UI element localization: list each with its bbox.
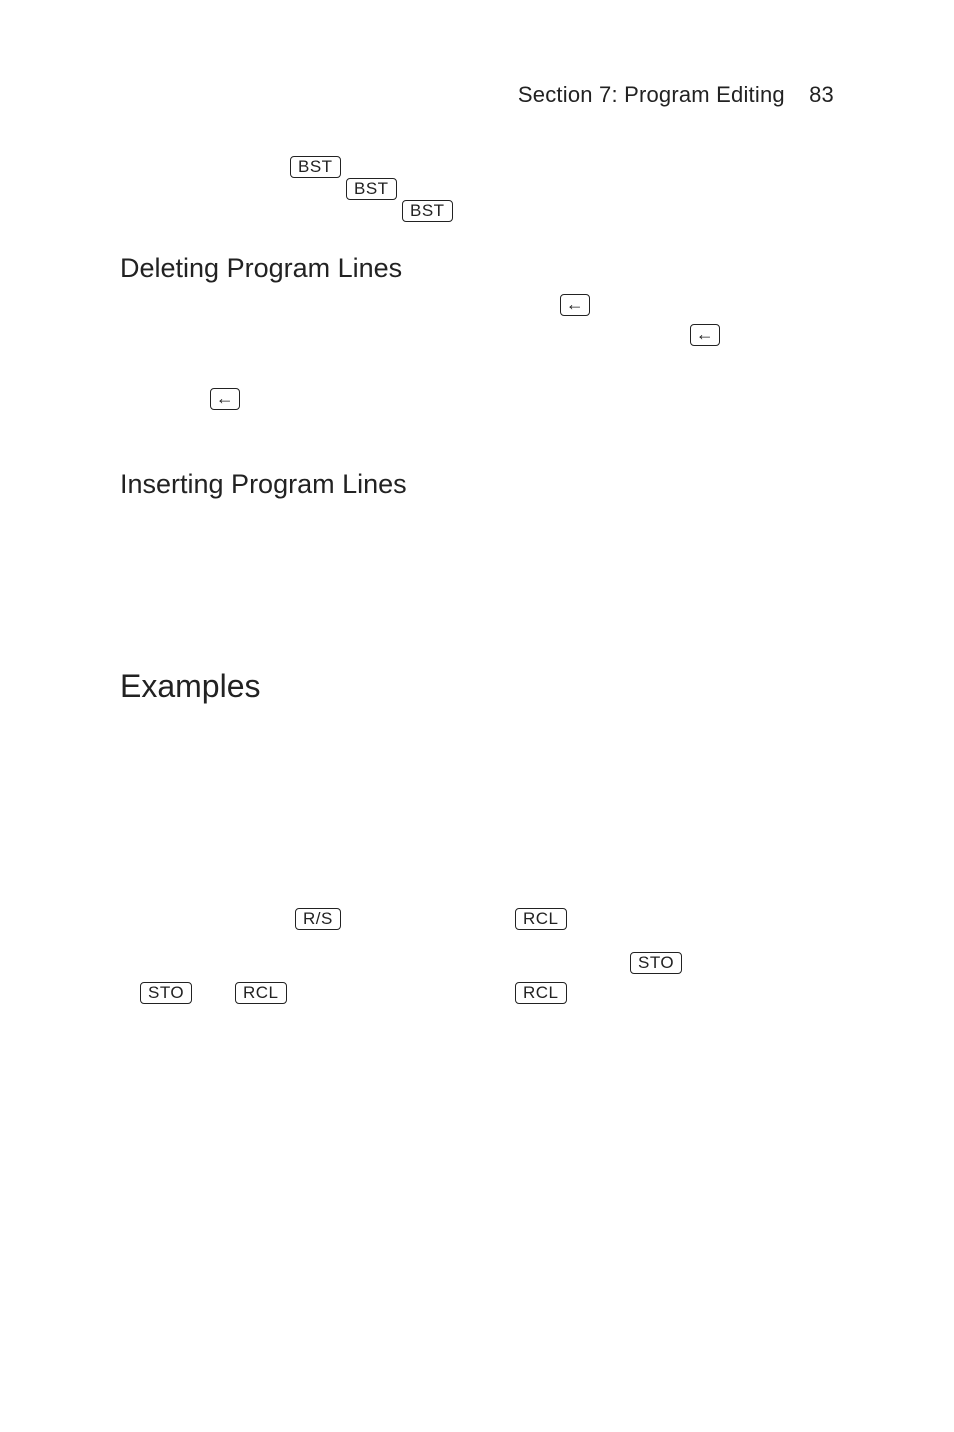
spacer	[120, 718, 834, 908]
bst-row-1: BST	[290, 156, 834, 178]
spacer	[120, 511, 834, 631]
back-arrow-key-icon: ←	[210, 388, 240, 410]
bst-row-3: BST	[402, 200, 834, 222]
example-key-line-3: STO RCL RCL	[120, 982, 834, 1012]
page: Section 7: Program Editing 83 BST BST BS…	[0, 0, 954, 1432]
back-key-line-3: ←	[120, 388, 834, 418]
back-arrow-key-icon: ←	[690, 324, 720, 346]
bst-key-icon: BST	[290, 156, 341, 178]
heading-deleting: Deleting Program Lines	[120, 250, 834, 286]
back-arrow-key-icon: ←	[560, 294, 590, 316]
rcl-key-icon: RCL	[235, 982, 287, 1004]
spacer	[120, 938, 834, 952]
running-header: Section 7: Program Editing 83	[120, 80, 834, 110]
example-key-line-2: STO	[120, 952, 834, 982]
heading-inserting: Inserting Program Lines	[120, 466, 834, 502]
example-key-line-1: R/S RCL	[120, 908, 834, 938]
back-key-line-2: ←	[120, 324, 834, 354]
rcl-key-icon: RCL	[515, 982, 567, 1004]
bst-key-icon: BST	[402, 200, 453, 222]
sto-key-icon: STO	[140, 982, 192, 1004]
section-label: Section 7: Program Editing	[518, 82, 785, 107]
heading-examples: Examples	[120, 665, 834, 708]
page-number: 83	[809, 80, 834, 110]
run-stop-key-icon: R/S	[295, 908, 341, 930]
spacer	[120, 354, 834, 388]
rcl-key-icon: RCL	[515, 908, 567, 930]
spacer	[120, 418, 834, 438]
back-key-line-1: ←	[120, 294, 834, 324]
bst-staircase: BST BST BST	[290, 156, 834, 222]
bst-row-2: BST	[346, 178, 834, 200]
sto-key-icon: STO	[630, 952, 682, 974]
bst-key-icon: BST	[346, 178, 397, 200]
